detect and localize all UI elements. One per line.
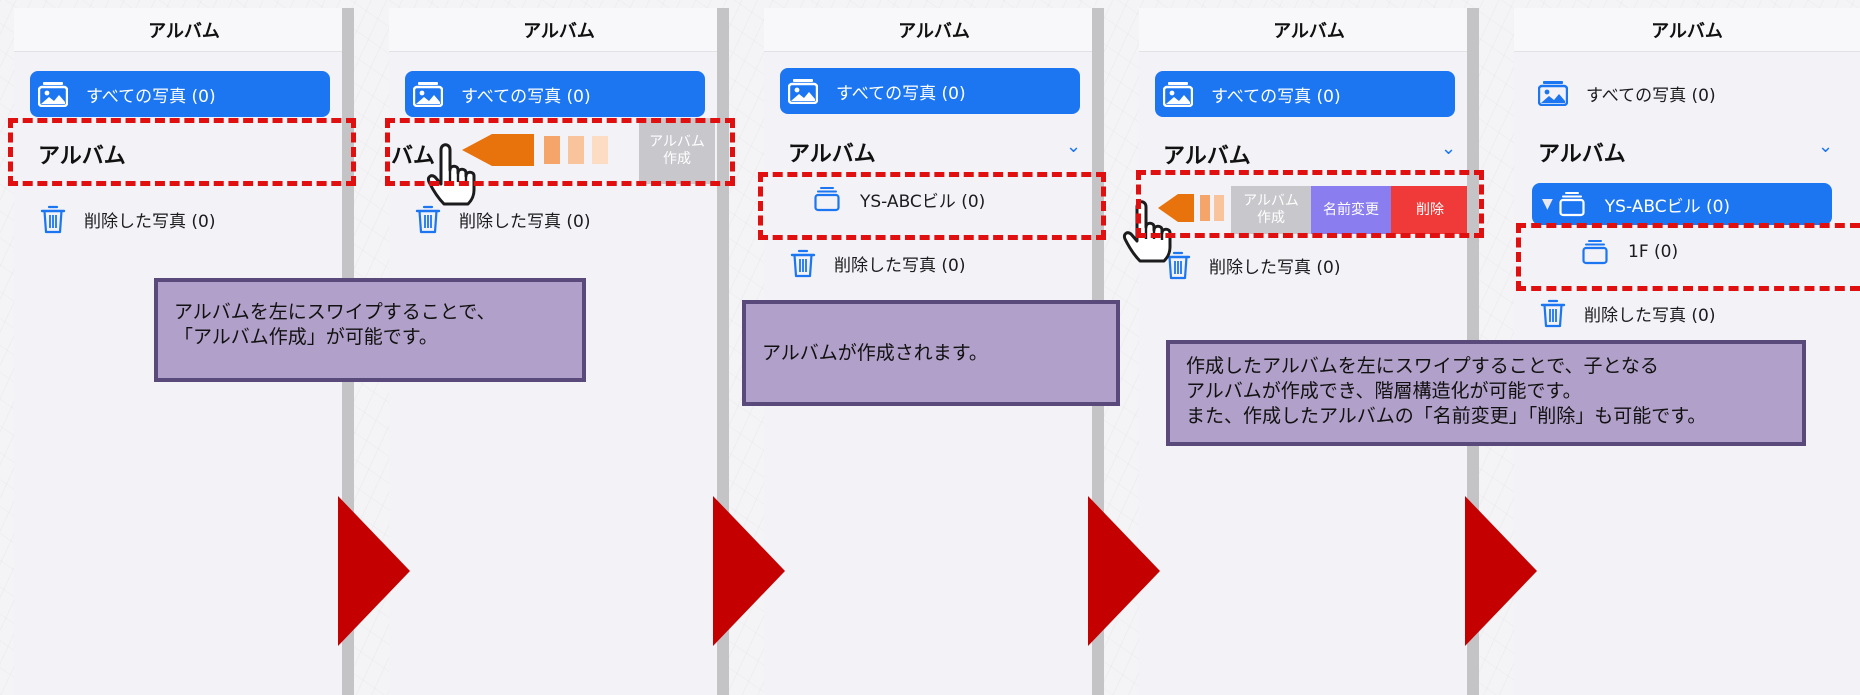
trash-icon [1540,298,1566,328]
photo-icon [1163,81,1193,107]
rename-action-button[interactable]: 名前変更 [1311,186,1391,234]
chevron-down-icon[interactable]: ⌄ [1818,136,1833,157]
chevron-down-icon[interactable]: ⌄ [1441,138,1456,159]
deleted-photos-label: 削除した写真 (0) [834,255,966,276]
deleted-photos-label: 削除した写真 (0) [1584,305,1716,326]
nav-title: アルバム [764,8,1104,52]
pointing-hand-icon [1120,195,1182,267]
all-photos-label: すべての写真 (0) [86,86,216,107]
delete-action-button[interactable]: 削除 [1391,186,1469,234]
album-icon [1582,239,1608,265]
photo-icon [413,81,443,107]
nav-title: アルバム [1139,8,1479,52]
deleted-photos-row[interactable]: 削除した写真 (0) [1540,298,1715,328]
nav-title: アルバム [14,8,354,52]
create-album-action-button[interactable]: アルバム 作成 [639,118,715,184]
step-arrow-icon [713,496,785,646]
nav-title: アルバム [1514,8,1860,52]
trash-icon [790,248,816,278]
deleted-photos-row[interactable]: 削除した写真 (0) [40,204,215,234]
nav-title: アルバム [389,8,729,52]
deleted-photos-row[interactable]: 削除した写真 (0) [790,248,965,278]
album-item-label: YS-ABCビル (0) [860,191,986,212]
all-photos-label: すべての写真 (0) [836,83,966,104]
callout-step-1: アルバムを左にスワイプすることで、 「アルバム作成」が可能です。 [154,278,586,382]
all-photos-label: すべての写真 (0) [1211,86,1341,107]
album-icon [1559,191,1585,217]
step-arrow-icon [338,496,410,646]
deleted-photos-label: 削除した写真 (0) [459,211,591,232]
all-photos-label: すべての写真 (0) [1586,85,1716,106]
chevron-down-icon[interactable]: ⌄ [1066,136,1081,157]
create-album-action-button[interactable]: アルバム 作成 [1231,186,1311,234]
album-item-row-selected[interactable]: ▼ YS-ABCビル (0) [1532,183,1832,225]
pointing-hand-icon [424,138,486,210]
all-photos-row[interactable]: すべての写真 (0) [1155,71,1455,117]
disclosure-triangle-icon[interactable]: ▼ [1542,196,1553,212]
album-section-title[interactable]: アルバム [788,136,876,168]
child-album-row[interactable]: 1F (0) [1582,239,1678,265]
step-arrow-icon [1088,496,1160,646]
photo-icon [38,81,68,107]
callout-step-3: 作成したアルバムを左にスワイプすることで、子となる アルバムが作成でき、階層構造… [1166,340,1806,446]
all-photos-label: すべての写真 (0) [461,86,591,107]
photo-icon [788,78,818,104]
all-photos-row[interactable]: すべての写真 (0) [780,68,1080,114]
album-section-title[interactable]: アルバム [38,138,126,170]
all-photos-row[interactable]: すべての写真 (0) [405,71,705,117]
trash-icon [40,204,66,234]
deleted-photos-label: 削除した写真 (0) [84,211,216,232]
deleted-photos-label: 削除した写真 (0) [1209,257,1341,278]
album-item-label: YS-ABCビル (0) [1604,196,1731,217]
deleted-photos-row[interactable]: 削除した写真 (0) [1165,250,1340,280]
album-section-title[interactable]: アルバム [1538,136,1626,168]
swipe-left-arrow-icon [462,134,608,166]
all-photos-row[interactable]: すべての写真 (0) [1530,70,1830,116]
album-item-row[interactable]: YS-ABCビル (0) [814,186,985,212]
album-section-title[interactable]: アルバム [1163,138,1251,170]
all-photos-row[interactable]: すべての写真 (0) [30,71,330,117]
photo-icon [1538,80,1568,106]
step-arrow-icon [1465,496,1537,646]
album-icon [814,186,840,212]
child-album-label: 1F (0) [1628,242,1679,262]
callout-step-2: アルバムが作成されます。 [742,300,1120,406]
